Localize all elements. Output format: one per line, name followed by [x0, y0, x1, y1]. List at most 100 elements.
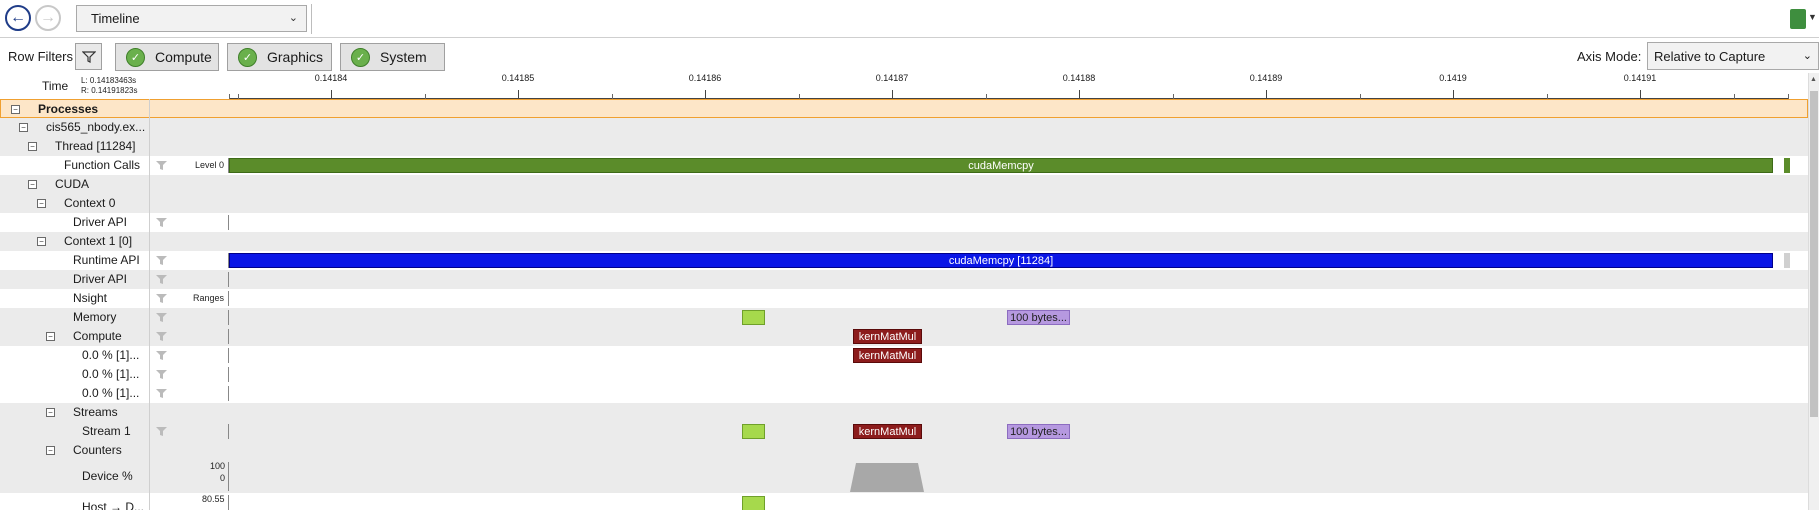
thread-label: Thread [11284]: [55, 139, 136, 153]
runtime-call-bar-label: cudaMemcpy [11284]: [948, 254, 1054, 267]
lane-start-marker: [228, 495, 229, 510]
lane-start-marker: [228, 291, 229, 306]
funnel-icon[interactable]: [156, 294, 167, 303]
funnel-icon[interactable]: [156, 218, 167, 227]
left-arrow-icon: ←: [10, 9, 26, 26]
system-filter-button[interactable]: ✓ System: [340, 43, 445, 71]
collapse-icon[interactable]: −: [11, 105, 20, 114]
process-row[interactable]: − cis565_nbody.ex...: [0, 118, 1808, 137]
funnel-icon[interactable]: [156, 275, 167, 284]
memory-row[interactable]: Memory 100 bytes...: [0, 308, 1808, 327]
stream1-row[interactable]: Stream 1 kernMatMul 100 bytes...: [0, 422, 1808, 441]
streams-row[interactable]: − Streams: [0, 403, 1808, 422]
collapse-icon[interactable]: −: [46, 332, 55, 341]
memcpy-htod-bar[interactable]: [742, 424, 765, 439]
host-to-device-label: Host → D...: [82, 500, 145, 510]
runtime-call-marker[interactable]: [1784, 253, 1790, 268]
ruler-major-tick: [518, 90, 519, 99]
function-call-marker[interactable]: [1784, 158, 1790, 173]
nsight-label: Nsight: [73, 291, 108, 305]
process-name-label: cis565_nbody.ex...: [46, 120, 146, 134]
processes-row[interactable]: − Processes: [0, 99, 1808, 118]
funnel-icon[interactable]: [156, 427, 167, 436]
axis-mode-label: Axis Mode:: [1577, 49, 1642, 64]
graphics-filter-button[interactable]: ✓ Graphics: [227, 43, 332, 71]
ruler-tick-label: 0.14186: [688, 73, 722, 83]
ranges-tag: Ranges: [193, 293, 225, 303]
axis-mode-select[interactable]: Relative to Capture ⌄: [1647, 42, 1819, 70]
funnel-icon[interactable]: [156, 370, 167, 379]
funnel-icon[interactable]: [156, 332, 167, 341]
lane-start-marker: [228, 329, 229, 344]
view-select[interactable]: Timeline ⌄: [76, 5, 307, 32]
scrollbar-thumb[interactable]: [1810, 91, 1818, 417]
right-time-readout: R: 0.14191823s: [81, 86, 138, 95]
stream1-label: Stream 1: [82, 424, 131, 438]
runtime-api-row[interactable]: Runtime API cudaMemcpy [11284]: [0, 251, 1808, 270]
vertical-scrollbar[interactable]: ▲: [1808, 73, 1819, 510]
kernel-bar[interactable]: kernMatMul: [853, 329, 922, 344]
collapse-icon[interactable]: −: [19, 123, 28, 132]
toolbar-divider: [311, 4, 312, 34]
collapse-icon[interactable]: −: [46, 446, 55, 455]
compute-sub-row-2[interactable]: 0.0 % [1]...: [0, 365, 1808, 384]
cuda-row[interactable]: − CUDA: [0, 175, 1808, 194]
compute-sub-label-3: 0.0 % [1]...: [82, 386, 140, 400]
document-icon[interactable]: [1790, 9, 1806, 29]
back-button[interactable]: ←: [5, 5, 31, 31]
nsight-row[interactable]: Nsight Ranges: [0, 289, 1808, 308]
function-calls-row[interactable]: Function Calls Level 0 cudaMemcpy: [0, 156, 1808, 175]
compute-sub-label-2: 0.0 % [1]...: [82, 367, 140, 381]
ruler-tick-label: 0.14187: [875, 73, 909, 83]
forward-button[interactable]: →: [35, 5, 61, 31]
memcpy-htod-bar[interactable]: [742, 310, 765, 325]
kernel-bar[interactable]: kernMatMul: [853, 424, 922, 439]
ruler-major-tick: [1079, 90, 1080, 99]
ruler-tick-label: 0.14188: [1062, 73, 1096, 83]
memcpy-dtoh-bar[interactable]: 100 bytes...: [1007, 310, 1070, 325]
funnel-icon[interactable]: [156, 256, 167, 265]
scroll-up-icon[interactable]: ▲: [1810, 76, 1817, 83]
collapse-icon[interactable]: −: [28, 180, 37, 189]
compute-filter-button[interactable]: ✓ Compute: [115, 43, 219, 71]
thread-row[interactable]: − Thread [11284]: [0, 137, 1808, 156]
lane-start-marker: [228, 310, 229, 325]
host-to-device-row[interactable]: Host → D... 80.55: [0, 493, 1808, 510]
funnel-icon[interactable]: [156, 351, 167, 360]
compute-sub-row-3[interactable]: 0.0 % [1]...: [0, 384, 1808, 403]
chevron-down-icon[interactable]: ▼: [1808, 12, 1817, 22]
runtime-api-label: Runtime API: [73, 253, 140, 267]
context0-row[interactable]: − Context 0: [0, 194, 1808, 213]
system-filter-label: System: [380, 49, 427, 65]
time-ruler[interactable]: Time L: 0.14183463s R: 0.14191823s 0.141…: [0, 73, 1808, 99]
collapse-icon[interactable]: −: [46, 408, 55, 417]
filter-button[interactable]: [75, 43, 102, 70]
device-max-label: 100: [210, 461, 226, 471]
funnel-icon[interactable]: [156, 161, 167, 170]
lane-start-marker: [228, 348, 229, 363]
device-pct-row[interactable]: Device % 100 0: [0, 460, 1808, 493]
kernel-bar-label: kernMatMul: [858, 349, 917, 362]
host-to-device-usage-bar[interactable]: [742, 496, 765, 510]
kernel-bar[interactable]: kernMatMul: [853, 348, 922, 363]
function-calls-label: Function Calls: [64, 158, 141, 172]
collapse-icon[interactable]: −: [37, 199, 46, 208]
context1-row[interactable]: − Context 1 [0]: [0, 232, 1808, 251]
device-usage-graph[interactable]: [850, 462, 925, 492]
ruler-major-tick: [705, 90, 706, 99]
memcpy-dtoh-bar[interactable]: 100 bytes...: [1007, 424, 1070, 439]
collapse-icon[interactable]: −: [37, 237, 46, 246]
ruler-tick-label: 0.14185: [501, 73, 535, 83]
funnel-icon: [81, 50, 96, 63]
runtime-call-bar[interactable]: cudaMemcpy [11284]: [229, 253, 1773, 268]
driver-api-1-label: Driver API: [73, 272, 128, 286]
function-call-bar[interactable]: cudaMemcpy: [229, 158, 1773, 173]
collapse-icon[interactable]: −: [28, 142, 37, 151]
counters-row[interactable]: − Counters: [0, 441, 1808, 460]
funnel-icon[interactable]: [156, 313, 167, 322]
driver-api-0-row[interactable]: Driver API: [0, 213, 1808, 232]
compute-row[interactable]: − Compute kernMatMul: [0, 327, 1808, 346]
driver-api-1-row[interactable]: Driver API: [0, 270, 1808, 289]
compute-sub-row-1[interactable]: 0.0 % [1]... kernMatMul: [0, 346, 1808, 365]
funnel-icon[interactable]: [156, 389, 167, 398]
